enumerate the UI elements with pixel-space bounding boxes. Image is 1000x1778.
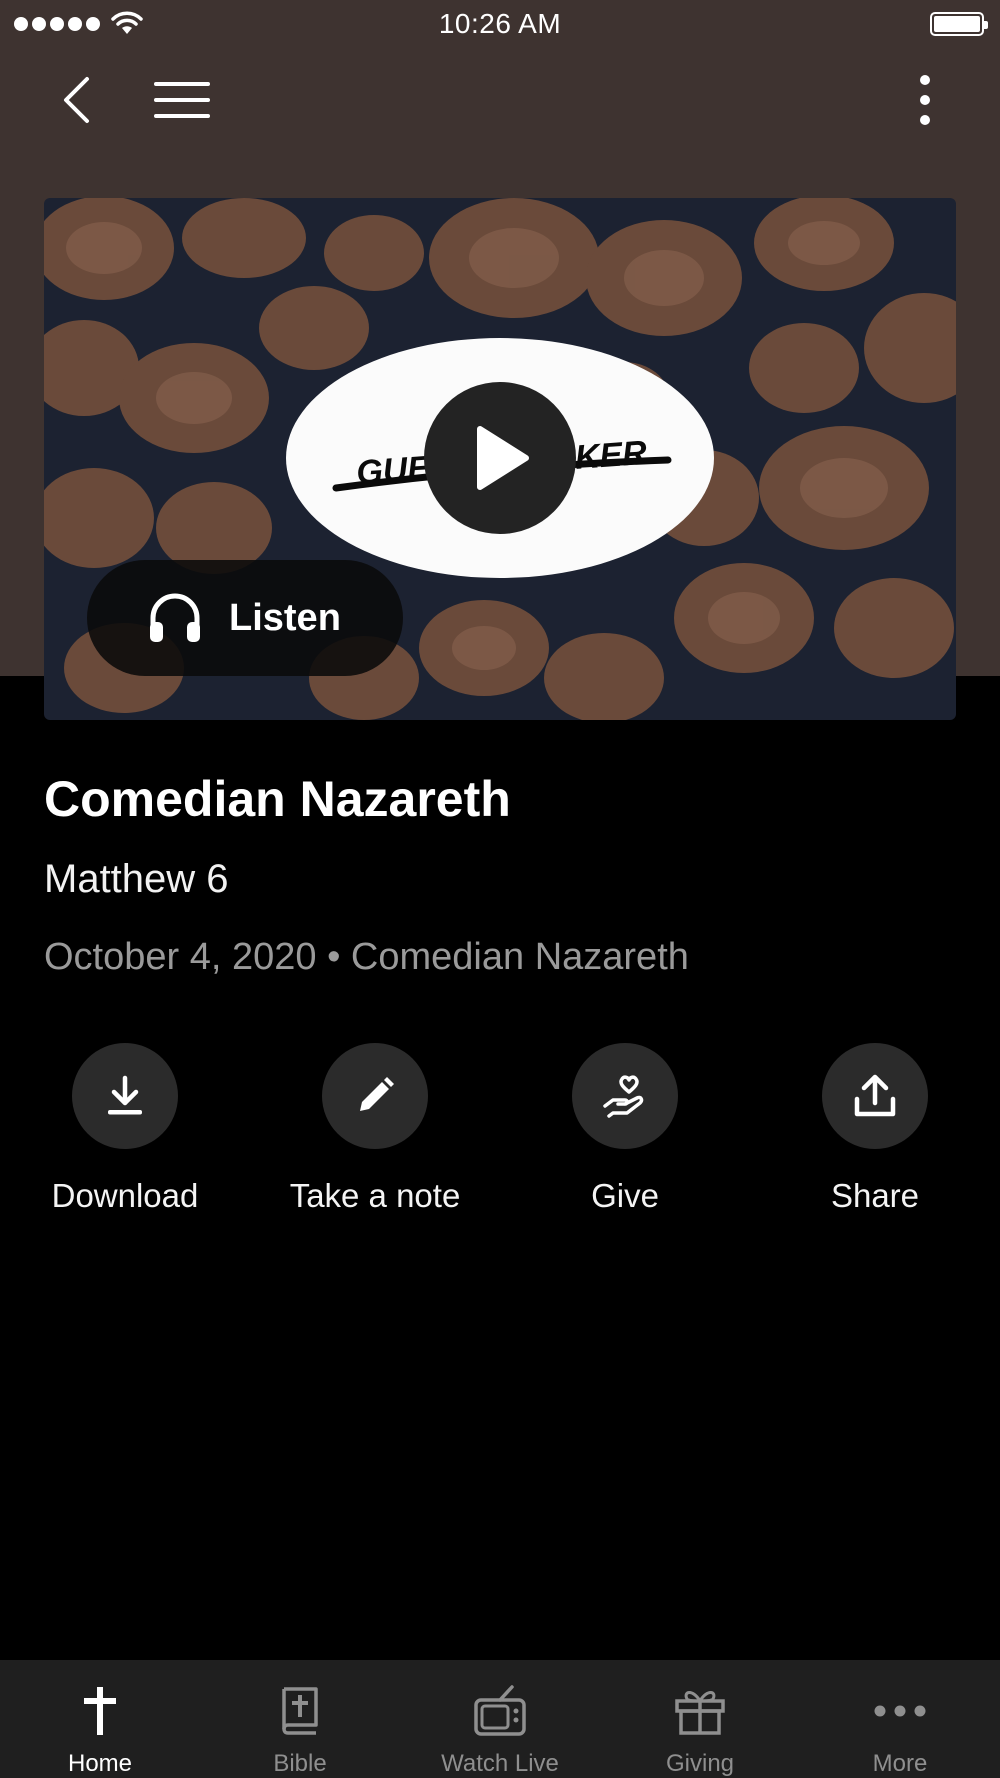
- tab-watch-live-label: Watch Live: [441, 1750, 559, 1777]
- hamburger-menu-button[interactable]: [150, 72, 214, 128]
- more-dots-icon: [874, 1705, 926, 1717]
- heart-hand-icon: [603, 1075, 644, 1118]
- tab-home-label: Home: [67, 1750, 133, 1777]
- sermon-scripture: Matthew 6: [44, 857, 229, 901]
- tab-home[interactable]: Home: [0, 1660, 200, 1778]
- download-label: Download: [51, 1177, 199, 1214]
- share-label: Share: [830, 1177, 920, 1214]
- tab-bible-label: Bible: [273, 1750, 327, 1777]
- headphones-icon: [150, 593, 200, 642]
- play-icon: [477, 426, 529, 490]
- give-label: Give: [591, 1177, 659, 1214]
- back-button[interactable]: [48, 72, 104, 128]
- tab-watch-live[interactable]: Watch Live: [400, 1660, 600, 1778]
- tab-bible[interactable]: Bible: [200, 1660, 400, 1778]
- chevron-left-icon: [64, 77, 89, 123]
- sermon-title: Comedian Nazareth: [44, 771, 511, 827]
- give-button[interactable]: Give: [500, 1043, 750, 1215]
- tab-giving-label: Giving: [665, 1750, 735, 1777]
- tab-bar: Home Bible Watch Live Giving More: [0, 1660, 1000, 1778]
- share-button[interactable]: Share: [750, 1043, 1000, 1215]
- download-button[interactable]: Download: [0, 1043, 250, 1215]
- more-options-button[interactable]: [900, 72, 950, 128]
- listen-label: Listen: [229, 596, 341, 639]
- status-time: 10:26 AM: [438, 8, 562, 39]
- take-note-label: Take a note: [289, 1177, 461, 1214]
- play-button[interactable]: [424, 382, 576, 534]
- take-note-button[interactable]: Take a note: [250, 1043, 500, 1215]
- gift-icon: [675, 1691, 725, 1735]
- tv-icon: [474, 1685, 526, 1736]
- kebab-menu-icon: [920, 75, 930, 125]
- listen-button[interactable]: Listen: [87, 560, 403, 676]
- tab-more-label: More: [872, 1750, 928, 1777]
- pencil-icon: [360, 1077, 394, 1111]
- battery-icon: [930, 12, 988, 36]
- cross-icon: [84, 1687, 116, 1735]
- sermon-date-speaker: October 4, 2020 • Comedian Nazareth: [44, 936, 689, 978]
- hamburger-icon: [154, 82, 210, 118]
- tab-more[interactable]: More: [800, 1660, 1000, 1778]
- tab-giving[interactable]: Giving: [600, 1660, 800, 1778]
- download-icon: [108, 1075, 142, 1115]
- status-bar: 10:26 AM: [0, 0, 1000, 48]
- share-icon: [854, 1074, 896, 1117]
- bible-icon: [282, 1687, 318, 1735]
